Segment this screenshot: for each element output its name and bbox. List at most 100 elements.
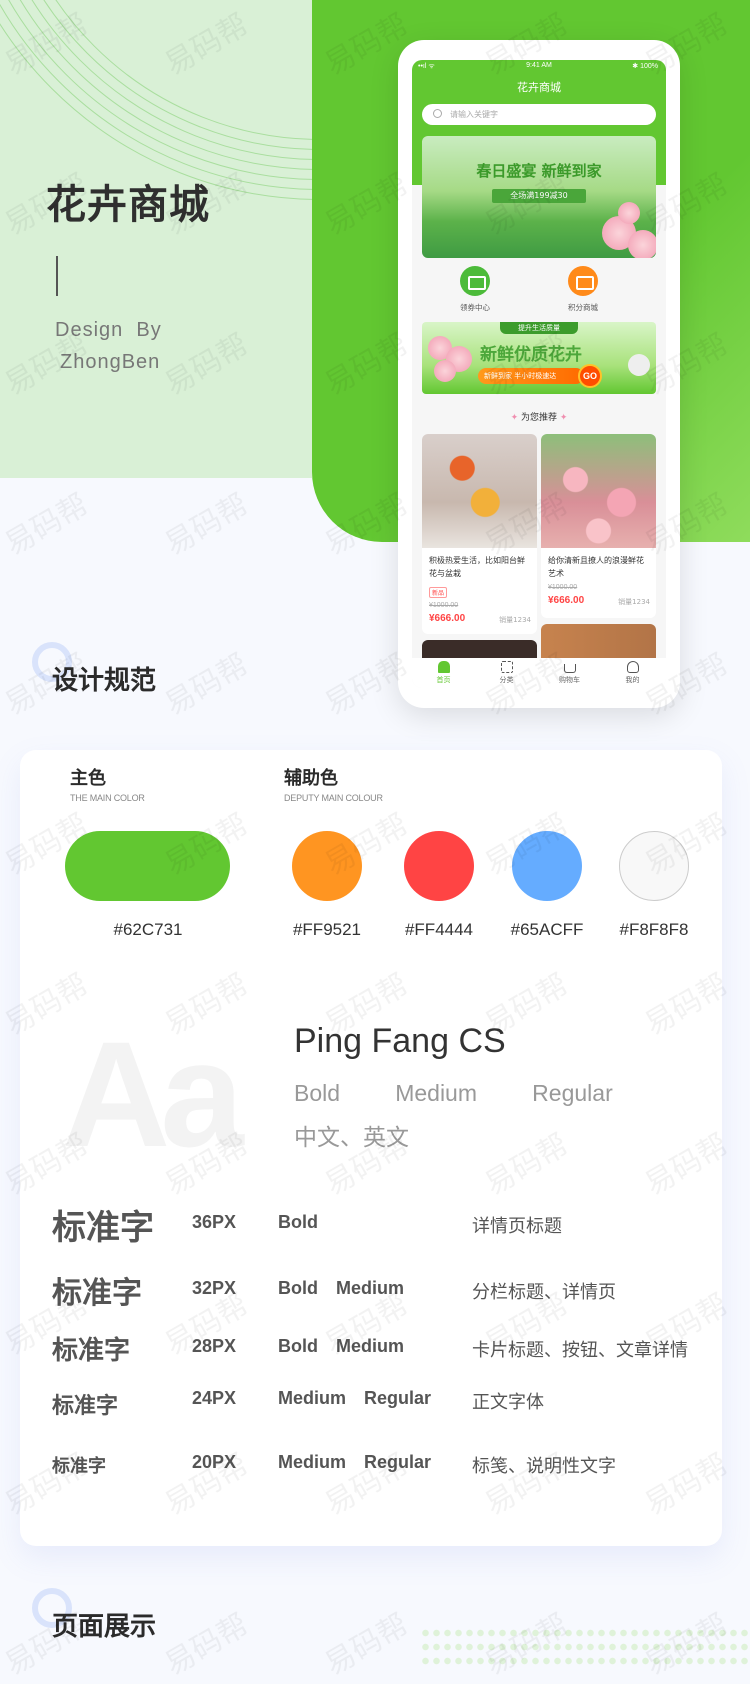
type-weight: Bold Medium xyxy=(278,1336,404,1356)
category-grid-icon xyxy=(500,661,513,673)
main-color-hex: #62C731 xyxy=(113,920,183,939)
banner-title: 春日盛宴 新鲜到家 xyxy=(476,162,602,180)
phone-screen: ••ıl ᯤ 9:41 AM ✱ 100% 花卉商城 请输入关键字 春日盛宴 新… xyxy=(412,60,666,688)
product-price: ¥666.00 xyxy=(548,595,585,606)
product-price-row: ¥666.00 销量1234 xyxy=(541,591,656,606)
font-weights: Bold Medium Regular xyxy=(294,1080,613,1106)
dot-pattern-decoration xyxy=(420,1626,750,1668)
font-sample-glyph: Aa xyxy=(62,1010,244,1178)
sales-count: 销量1234 xyxy=(618,598,650,606)
section-title-showcase: 页面展示 xyxy=(52,1612,157,1642)
type-sample: 标准字 xyxy=(52,1394,119,1419)
store-icon xyxy=(568,266,598,296)
deputy-color-hex: #F8F8F8 xyxy=(619,920,689,939)
go-button[interactable]: GO xyxy=(578,364,602,388)
tab-home[interactable]: 首页 xyxy=(412,661,475,685)
tab-label: 购物车 xyxy=(559,676,580,684)
font-languages: 中文、英文 xyxy=(294,1125,409,1151)
status-time: 9:41 AM xyxy=(526,62,552,69)
search-input[interactable]: 请输入关键字 xyxy=(422,104,656,125)
designer-name: ZhongBen xyxy=(60,351,161,373)
promo-tag: 提升生活质量 xyxy=(500,322,578,334)
quick-entry-points-store[interactable]: 积分商城 xyxy=(548,266,618,313)
search-icon xyxy=(433,109,442,118)
main-color-swatch xyxy=(65,831,230,901)
rose-decoration xyxy=(628,230,656,258)
type-size: 20PX xyxy=(192,1452,237,1472)
home-icon xyxy=(437,661,450,673)
user-icon xyxy=(626,661,639,673)
product-card-partial[interactable] xyxy=(422,640,537,660)
design-credit: Design By ZhongBen xyxy=(55,314,162,378)
quick-entry-coupons[interactable]: 领券中心 xyxy=(440,266,510,313)
sales-count: 销量1234 xyxy=(499,616,531,624)
type-usage: 详情页标题 xyxy=(472,1216,562,1237)
hero-title: 花卉商城 xyxy=(46,182,210,228)
type-weight: Bold Medium xyxy=(278,1278,404,1298)
deputy-color-title: 辅助色 xyxy=(284,768,338,789)
type-weight: Bold xyxy=(278,1212,318,1232)
product-card[interactable]: 积极热爱生活，比如阳台鲜花与盆栽 新品 ¥1000.00 ¥666.00 销量1… xyxy=(422,434,537,634)
promo-banner[interactable]: 春日盛宴 新鲜到家 全场满199减30 xyxy=(422,136,656,258)
deputy-color-subtitle: DEPUTY MAIN COLOUR xyxy=(284,793,383,803)
tab-label: 我的 xyxy=(625,676,640,684)
new-badge: 新品 xyxy=(429,587,448,598)
type-usage: 分栏标题、详情页 xyxy=(472,1282,616,1303)
promo-bar: 新鲜到家 半小时极速达 xyxy=(478,368,584,384)
product-name: 给你清新且撩人的浪漫鲜花艺术 xyxy=(548,556,644,578)
status-bar: ••ıl ᯤ 9:41 AM ✱ 100% xyxy=(412,61,666,73)
sparkle-icon: ✦ xyxy=(510,413,521,423)
product-name: 积极热爱生活，比如阳台鲜花与盆栽 xyxy=(429,556,525,578)
tab-category[interactable]: 分类 xyxy=(475,661,538,685)
type-sample: 标准字 xyxy=(52,1336,131,1366)
rose-decoration xyxy=(434,360,456,382)
battery-icon: ✱ 100% xyxy=(632,63,658,70)
plant-pot-decoration xyxy=(628,354,650,376)
type-weight: Medium Regular xyxy=(278,1452,432,1472)
original-price: ¥1000.00 xyxy=(429,602,459,609)
deputy-color-hex: #FF4444 xyxy=(404,920,474,939)
phone-mockup: ••ıl ᯤ 9:41 AM ✱ 100% 花卉商城 请输入关键字 春日盛宴 新… xyxy=(398,40,680,708)
coupon-icon xyxy=(460,266,490,296)
watermark-text: 易码帮 xyxy=(159,487,255,563)
type-sample: 标准字 xyxy=(52,1456,106,1477)
deputy-color-hex: #65ACFF xyxy=(510,920,584,939)
type-usage: 正文字体 xyxy=(472,1392,544,1413)
bottom-tab-bar: 首页 分类 购物车 我的 xyxy=(412,658,666,688)
quick-entry-label: 积分商城 xyxy=(568,303,598,312)
type-size: 24PX xyxy=(192,1388,237,1408)
watermark-text: 易码帮 xyxy=(0,487,95,563)
tab-label: 分类 xyxy=(499,676,514,684)
main-color-subtitle: THE MAIN COLOR xyxy=(70,793,145,803)
recommend-title: ✦ 为您推荐 ✦ xyxy=(412,410,666,423)
deputy-color-swatch-light xyxy=(619,831,689,901)
app-title: 花卉商城 xyxy=(517,81,561,94)
product-price: ¥666.00 xyxy=(429,613,466,624)
type-sample: 标准字 xyxy=(52,1208,154,1248)
product-card[interactable]: 给你清新且撩人的浪漫鲜花艺术 ¥1000.00 ¥666.00 销量1234 xyxy=(541,434,656,618)
tab-label: 首页 xyxy=(436,676,451,684)
tab-cart[interactable]: 购物车 xyxy=(538,661,601,685)
section-title-spec: 设计规范 xyxy=(52,666,157,696)
product-price-row: ¥666.00 销量1234 xyxy=(422,609,537,624)
promo-card[interactable]: 提升生活质量 新鲜优质花卉 新鲜到家 半小时极速达 GO xyxy=(422,322,656,394)
type-usage: 标笺、说明性文字 xyxy=(472,1456,616,1477)
watermark-text: 易码帮 xyxy=(319,1607,415,1683)
font-name: Ping Fang CS xyxy=(294,1022,506,1060)
sparkle-icon: ✦ xyxy=(559,413,568,423)
type-size: 32PX xyxy=(192,1278,237,1298)
quick-entry-label: 领券中心 xyxy=(460,303,490,312)
deputy-color-swatch-red xyxy=(404,831,474,901)
design-by-label: Design By xyxy=(55,319,162,341)
deputy-color-swatch-blue xyxy=(512,831,582,901)
hero-left-panel xyxy=(0,0,312,478)
type-size: 36PX xyxy=(192,1212,237,1232)
product-card-partial[interactable] xyxy=(541,624,656,660)
banner-subtitle: 全场满199减30 xyxy=(492,189,586,203)
type-usage: 卡片标题、按钮、文章详情 xyxy=(472,1340,688,1361)
product-image xyxy=(541,434,656,548)
original-price: ¥1000.00 xyxy=(548,584,578,591)
promo-title: 新鲜优质花卉 xyxy=(480,345,582,365)
main-color-title: 主色 xyxy=(70,768,106,789)
tab-profile[interactable]: 我的 xyxy=(601,661,664,685)
